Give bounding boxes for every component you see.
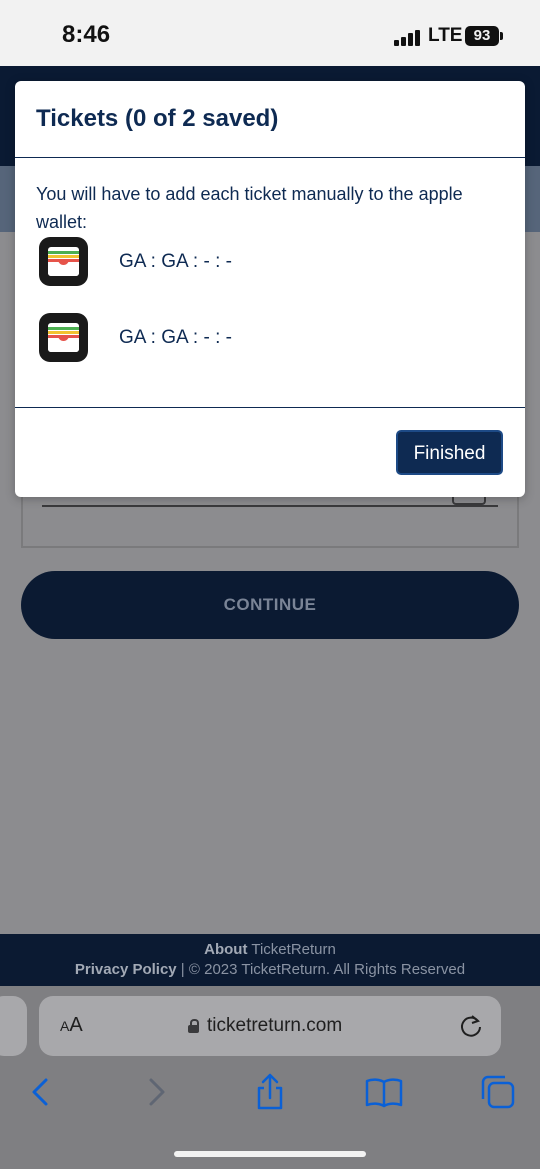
status-bar: 8:46 LTE 93 bbox=[0, 0, 540, 66]
lock-icon bbox=[188, 1019, 199, 1033]
back-icon[interactable] bbox=[20, 1072, 60, 1112]
footer-legal: Privacy Policy | © 2023 TicketReturn. Al… bbox=[0, 961, 540, 978]
footer-about[interactable]: About TicketReturn bbox=[0, 941, 540, 958]
reload-icon[interactable] bbox=[458, 1013, 484, 1039]
ticket-label: GA : GA : - : - bbox=[119, 251, 232, 272]
tickets-modal: Tickets (0 of 2 saved) You will have to … bbox=[15, 81, 525, 497]
ticket-label: GA : GA : - : - bbox=[119, 327, 232, 348]
form-input-underline bbox=[42, 505, 498, 507]
apple-wallet-icon[interactable] bbox=[39, 313, 88, 362]
apple-wallet-icon[interactable] bbox=[39, 237, 88, 286]
privacy-policy-link[interactable]: Privacy Policy bbox=[75, 961, 177, 978]
copyright-text: 2023 TicketReturn. All Rights Reserved bbox=[199, 961, 466, 978]
copyright-icon: © bbox=[188, 961, 200, 978]
continue-button[interactable]: CONTINUE bbox=[21, 571, 519, 639]
share-icon[interactable] bbox=[250, 1072, 290, 1112]
url-text[interactable]: ticketreturn.com bbox=[207, 1015, 342, 1037]
footer-separator: | bbox=[176, 961, 189, 978]
page-footer: About TicketReturn Privacy Policy | © 20… bbox=[0, 934, 540, 986]
cellular-signal-icon bbox=[394, 28, 422, 46]
finished-button[interactable]: Finished bbox=[396, 430, 503, 475]
footer-about-bold[interactable]: About bbox=[204, 941, 247, 958]
home-indicator bbox=[174, 1151, 366, 1157]
forward-icon[interactable] bbox=[137, 1072, 177, 1112]
carrier-label: LTE bbox=[428, 25, 463, 46]
footer-about-text[interactable]: TicketReturn bbox=[247, 941, 335, 958]
tabs-icon[interactable] bbox=[478, 1072, 518, 1112]
ticket-row[interactable]: GA : GA : - : - bbox=[39, 313, 499, 363]
modal-message: You will have to add each ticket manuall… bbox=[36, 184, 463, 232]
ticket-row[interactable]: GA : GA : - : - bbox=[39, 237, 499, 287]
reader-settings-button[interactable]: AA bbox=[60, 1014, 83, 1037]
modal-footer-divider bbox=[15, 407, 525, 408]
previous-tab-preview[interactable] bbox=[0, 996, 27, 1056]
modal-header-divider bbox=[15, 157, 525, 158]
modal-title: Tickets (0 of 2 saved) bbox=[36, 105, 279, 132]
status-time: 8:46 bbox=[62, 21, 111, 48]
bookmarks-icon[interactable] bbox=[364, 1072, 404, 1112]
battery-icon: 93 bbox=[465, 26, 503, 46]
